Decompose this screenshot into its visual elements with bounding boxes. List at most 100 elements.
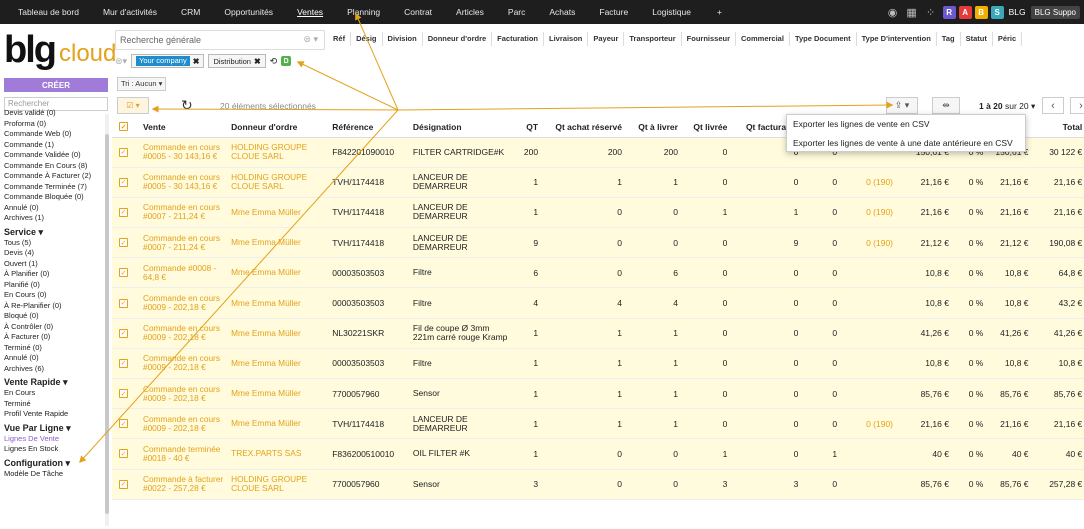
cell-sale-link[interactable]: Commande en cours #0009 - 202,18 € [139, 318, 229, 349]
column-filter-4[interactable]: Facturation [492, 32, 545, 46]
table-row[interactable]: ✓ Commande à facturer #0022 - 257,28 € HOL… [112, 469, 1084, 500]
reset-filters-icon[interactable]: ⟲ [270, 56, 278, 67]
sidebar-item[interactable]: À Planifier (0) [4, 269, 104, 280]
table-row[interactable]: ✓ Commande en cours #0009 - 202,18 € Mme E… [112, 348, 1084, 380]
table-row[interactable]: ✓ Commande #0008 - 64,8 € Mme Emma Müller 0… [112, 257, 1084, 289]
sidebar-item[interactable]: Modèle De Tâche [4, 469, 104, 480]
add-menu-icon[interactable]: + [705, 0, 734, 24]
sidebar-item[interactable]: Lignes En Stock [4, 444, 104, 455]
table-row[interactable]: ✓ Commande en cours #0009 - 202,18 € Mme E… [112, 287, 1084, 319]
row-checkbox-cell[interactable]: ✓ [112, 318, 140, 349]
export-csv-date-item[interactable]: Exporter les lignes de vente à une date … [787, 134, 1025, 153]
cell-sale-link[interactable]: Commande en cours #0009 - 202,18 € [139, 348, 229, 380]
cell-client-link[interactable]: HOLDING GROUPE CLOUE SARL [228, 167, 330, 198]
cell-sale-link[interactable]: Commande en cours #0009 - 202,18 € [139, 408, 229, 440]
apps-grid-icon[interactable]: ⁘ [924, 6, 938, 19]
row-check-icon[interactable]: ✓ [119, 268, 128, 278]
row-checkbox-cell[interactable]: ✓ [112, 137, 140, 168]
table-row[interactable]: ✓ Commande en cours #0005 - 30 143,16 € HO… [112, 167, 1084, 198]
column-filter-1[interactable]: Désig [351, 32, 383, 46]
next-page-button[interactable]: › [1070, 97, 1084, 114]
menu-item-crm[interactable]: CRM [169, 0, 212, 24]
cell-sale-link[interactable]: Commande en cours #0009 - 202,18 € [139, 378, 229, 410]
header-checkbox[interactable]: ✓ [112, 117, 140, 138]
row-check-icon[interactable]: ✓ [119, 328, 128, 338]
sidebar-section-header[interactable]: Vente Rapide ▾ [4, 376, 104, 388]
menu-item-achats[interactable]: Achats [537, 0, 587, 24]
cell-sale-link[interactable]: Commande en cours #0007 - 211,24 € [139, 197, 229, 229]
table-row[interactable]: ✓ Commande en cours #0009 - 202,18 € Mme E… [112, 408, 1084, 440]
row-checkbox-cell[interactable]: ✓ [112, 167, 140, 198]
column-header[interactable]: Total [1031, 117, 1084, 138]
row-checkbox-cell[interactable]: ✓ [112, 469, 140, 500]
app-badge-r[interactable]: R [942, 5, 956, 19]
global-search-input[interactable]: Recherche générale ⊜ ▾ [115, 30, 325, 50]
cell-sale-link[interactable]: Commande terminée #0018 - 40 € [139, 438, 229, 470]
row-check-icon[interactable]: ✓ [119, 177, 128, 187]
sidebar-item[interactable]: Devis validé (0) [4, 108, 104, 119]
column-filter-2[interactable]: Division [383, 32, 423, 46]
filter-chip-company[interactable]: Your company ✖ [131, 54, 205, 68]
cell-client-link[interactable]: Mme Emma Müller [228, 348, 330, 380]
row-check-icon[interactable]: ✓ [119, 298, 128, 308]
app-badge-a[interactable]: A [958, 5, 972, 19]
filter-chip-distribution[interactable]: Distribution ✖ [208, 54, 266, 68]
row-check-icon[interactable]: ✓ [119, 389, 128, 399]
column-header[interactable]: Vente [139, 117, 229, 138]
cell-client-link[interactable]: Mme Emma Müller [228, 318, 330, 349]
menu-item-ventes[interactable]: Ventes [285, 0, 335, 24]
row-check-icon[interactable]: ✓ [119, 207, 128, 217]
row-checkbox-cell[interactable]: ✓ [112, 197, 140, 229]
cell-sale-link[interactable]: Commande #0008 - 64,8 € [139, 257, 229, 289]
menu-item-planning[interactable]: Planning [335, 0, 392, 24]
pager[interactable]: 1 à 20 sur 20 ▾ [979, 101, 1035, 112]
row-check-icon[interactable]: ✓ [119, 419, 128, 429]
row-check-icon[interactable]: ✓ [119, 479, 128, 489]
column-filter-10[interactable]: Type Document [790, 32, 857, 46]
sidebar-item[interactable]: Commande En Cours (8) [4, 161, 104, 172]
create-button[interactable]: CRÉER [4, 78, 108, 92]
sidebar-item[interactable]: Ouvert (1) [4, 259, 104, 270]
column-header[interactable]: Référence [329, 117, 410, 138]
row-checkbox-cell[interactable]: ✓ [112, 348, 140, 380]
cell-sale-link[interactable]: Commande en cours #0009 - 202,18 € [139, 287, 229, 319]
column-filter-11[interactable]: Type D'intervention [857, 32, 937, 46]
sidebar-item[interactable]: Commande Bloquée (0) [4, 192, 104, 203]
sidebar-item[interactable]: Archives (6) [4, 364, 104, 375]
sidebar-item[interactable]: Annulé (0) [4, 353, 104, 364]
cell-sale-link[interactable]: Commande en cours #0005 - 30 143,16 € [139, 167, 229, 198]
sidebar-item[interactable]: Archives (1) [4, 213, 104, 224]
filter-funnel-icon[interactable]: ⊜▾ [115, 56, 127, 67]
cell-sale-link[interactable]: Commande en cours #0005 - 30 143,16 € [139, 137, 229, 168]
column-filter-8[interactable]: Fournisseur [682, 32, 736, 46]
cell-sale-link[interactable]: Commande en cours #0007 - 211,24 € [139, 227, 229, 259]
sidebar-item[interactable]: Terminé (0) [4, 343, 104, 354]
row-checkbox-cell[interactable]: ✓ [112, 287, 140, 319]
table-row[interactable]: ✓ Commande terminée #0018 - 40 € TREX.PART… [112, 438, 1084, 470]
sidebar-section-header[interactable]: Vue Par Ligne ▾ [4, 422, 104, 434]
sidebar-item[interactable]: Commande Validée (0) [4, 150, 104, 161]
user-badge[interactable]: BLG Suppo [1030, 5, 1080, 19]
column-header[interactable]: Désignation [409, 117, 516, 138]
menu-item-logistique[interactable]: Logistique [640, 0, 703, 24]
table-row[interactable]: ✓ Commande en cours #0007 - 211,24 € Mme E… [112, 227, 1084, 259]
row-checkbox-cell[interactable]: ✓ [112, 408, 140, 440]
sidebar-item[interactable]: Tous (5) [4, 238, 104, 249]
row-check-icon[interactable]: ✓ [119, 147, 128, 157]
menu-item-facture[interactable]: Facture [587, 0, 640, 24]
sidebar-item[interactable]: Annulé (0) [4, 203, 104, 214]
sidebar-item[interactable]: Commande À Facturer (2) [4, 171, 104, 182]
sidebar-section-header[interactable]: Configuration ▾ [4, 457, 104, 469]
column-filter-7[interactable]: Transporteur [624, 32, 682, 46]
app-badge-b[interactable]: B [974, 5, 988, 19]
eye-icon[interactable]: ◉ [886, 6, 900, 19]
column-header[interactable]: Donneur d'ordre [228, 117, 330, 138]
division-badge[interactable]: D [281, 56, 292, 66]
sidebar-item[interactable]: Profil Vente Rapide [4, 409, 104, 420]
sidebar-item[interactable]: En Cours (0) [4, 290, 104, 301]
column-filter-5[interactable]: Livraison [544, 32, 589, 46]
sidebar-item[interactable]: Proforma (0) [4, 119, 104, 130]
column-header[interactable]: Qt achat réservé [541, 117, 625, 138]
cell-client-link[interactable]: Mme Emma Müller [228, 287, 330, 319]
row-check-icon[interactable]: ✓ [119, 358, 128, 368]
